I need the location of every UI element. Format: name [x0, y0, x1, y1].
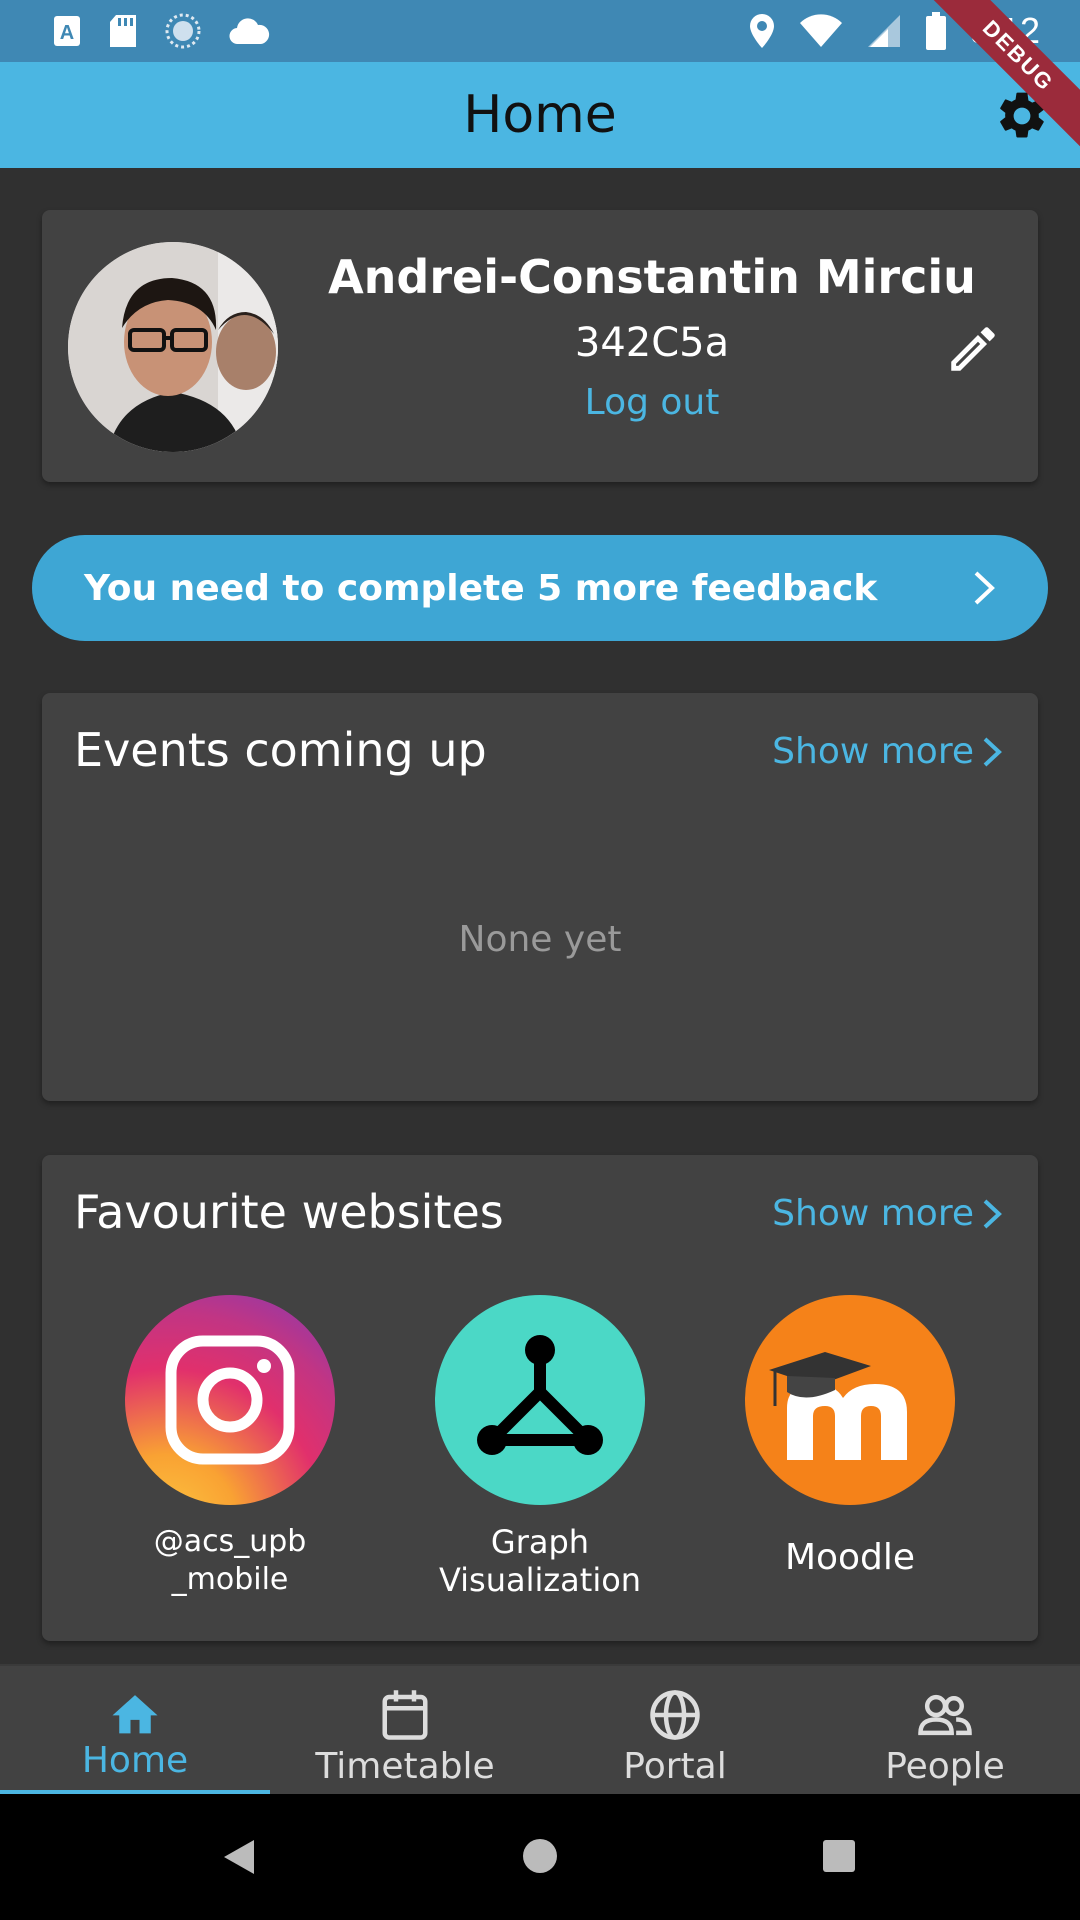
home-circle-icon[interactable] — [522, 1838, 558, 1874]
feedback-banner-text: You need to complete 5 more feedback — [84, 567, 878, 609]
system-navigation-bar — [0, 1794, 1080, 1920]
nav-item-timetable[interactable]: Timetable — [270, 1666, 540, 1796]
moodle-glyph — [769, 1352, 907, 1460]
wifi-icon — [799, 14, 842, 47]
recents-icon[interactable] — [822, 1839, 856, 1873]
logout-link[interactable]: Log out — [292, 382, 1012, 423]
favourite-websites-card: Favourite websites Show more @acs_upb _m… — [42, 1155, 1038, 1641]
instagram-glyph — [165, 1335, 295, 1465]
nav-item-portal[interactable]: Portal — [540, 1666, 810, 1796]
edit-pencil-icon[interactable] — [944, 320, 1002, 378]
favourites-show-more-button[interactable]: Show more — [772, 1193, 1002, 1234]
back-icon[interactable] — [222, 1838, 256, 1876]
events-empty-text: None yet — [458, 919, 622, 960]
chevron-right-icon — [974, 571, 995, 605]
nav-label: People — [885, 1746, 1005, 1787]
signal-icon — [867, 15, 900, 47]
people-icon — [918, 1694, 972, 1736]
home-icon — [112, 1695, 158, 1734]
chevron-right-icon — [983, 1199, 1002, 1228]
battery-icon — [925, 12, 946, 50]
site-label: Graph Visualization — [420, 1523, 660, 1599]
site-label-line1: Graph — [490, 1523, 590, 1561]
nav-label: Timetable — [315, 1746, 495, 1787]
favourite-site-instagram[interactable]: @acs_upb _mobile — [110, 1295, 350, 1599]
show-more-label: Show more — [772, 731, 974, 772]
profile-card: Andrei-Constantin Mirciu 342C5a Log out — [42, 210, 1038, 482]
nav-item-home[interactable]: Home — [0, 1666, 270, 1796]
site-label-line2: _mobile — [171, 1562, 289, 1597]
feedback-banner[interactable]: You need to complete 5 more feedback — [32, 535, 1048, 641]
site-label: @acs_upb _mobile — [110, 1523, 350, 1599]
avatar — [68, 242, 278, 452]
site-label-line2: Visualization — [438, 1561, 642, 1599]
profile-name: Andrei-Constantin Mirciu — [328, 250, 976, 304]
events-card: Events coming up Show more None yet — [42, 693, 1038, 1101]
moodle-icon — [745, 1295, 955, 1505]
site-label: Moodle — [730, 1539, 970, 1577]
graph-glyph — [477, 1335, 603, 1455]
profile-info: Andrei-Constantin Mirciu 342C5a Log out — [292, 250, 1012, 423]
sync-icon — [165, 13, 201, 49]
bottom-navigation: Home Timetable Portal People — [0, 1664, 1080, 1796]
status-icons-left: A — [52, 12, 270, 50]
app-bar: Home — [0, 62, 1080, 168]
chevron-right-icon — [983, 737, 1002, 766]
cloud-icon — [229, 18, 270, 45]
events-show-more-button[interactable]: Show more — [772, 731, 1002, 772]
graph-icon — [435, 1295, 645, 1505]
page-title: Home — [463, 85, 617, 145]
profile-group: 342C5a — [574, 320, 730, 366]
favourite-site-graph-visualization[interactable]: Graph Visualization — [420, 1295, 660, 1599]
nav-label: Portal — [623, 1746, 727, 1787]
sd-card-icon — [110, 15, 136, 47]
instagram-icon — [125, 1295, 335, 1505]
favourites-title: Favourite websites — [74, 1185, 504, 1239]
status-bar: A 9:12 — [0, 0, 1080, 62]
globe-icon — [650, 1690, 700, 1740]
calendar-icon — [382, 1690, 428, 1740]
nav-label: Home — [81, 1740, 189, 1781]
svg-text:A: A — [60, 22, 74, 44]
site-label-line1: @acs_upb — [153, 1524, 307, 1559]
nav-item-people[interactable]: People — [810, 1666, 1080, 1796]
site-label-line1: Moodle — [784, 1537, 916, 1578]
profile-photo — [68, 242, 278, 452]
show-more-label: Show more — [772, 1193, 974, 1234]
location-icon — [749, 14, 774, 48]
events-title: Events coming up — [74, 723, 487, 777]
favourite-site-moodle[interactable]: Moodle — [730, 1295, 970, 1577]
notification-a-icon: A — [54, 16, 80, 46]
